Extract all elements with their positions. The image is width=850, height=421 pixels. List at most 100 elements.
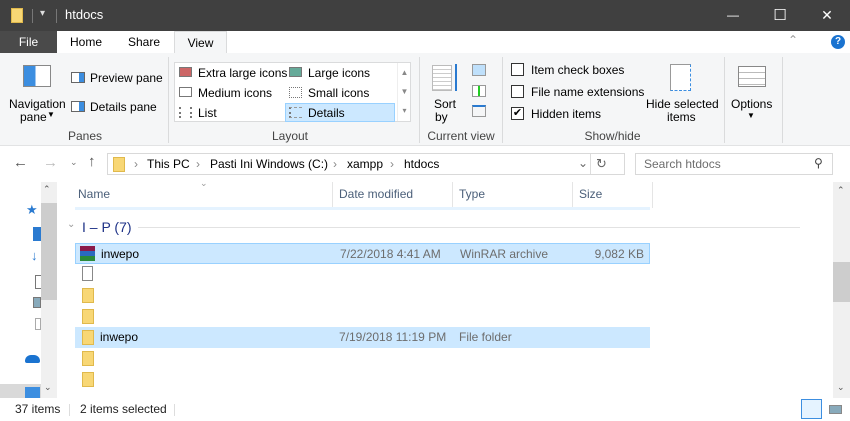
tab-file[interactable]: File: [0, 31, 57, 53]
sort-by-label[interactable]: by: [435, 110, 448, 124]
column-header-size[interactable]: Size: [579, 187, 602, 201]
group-label-show-hide: Show/hide: [584, 129, 641, 143]
quick-access-dropdown-icon[interactable]: ▾: [40, 8, 45, 19]
sort-arrow-icon: [455, 64, 457, 91]
scroll-up-icon[interactable]: ⌃: [43, 184, 51, 195]
table-row[interactable]: [75, 285, 650, 306]
breadcrumb-separator: ›: [390, 157, 394, 171]
divider: [590, 154, 591, 174]
group-collapse-icon[interactable]: ⌄: [67, 219, 75, 230]
minimize-button[interactable]: —: [710, 0, 756, 31]
layout-large-icons[interactable]: Large icons: [308, 66, 370, 80]
group-header[interactable]: I – P (7): [82, 219, 132, 235]
divider[interactable]: [652, 182, 653, 208]
divider[interactable]: [332, 182, 333, 208]
scroll-up-icon[interactable]: ⌃: [837, 185, 845, 196]
size-columns-icon[interactable]: [472, 105, 486, 117]
recent-locations-icon[interactable]: ⌄: [70, 157, 78, 168]
scrollbar-thumb[interactable]: [41, 203, 57, 300]
sort-by-button[interactable]: Sort: [434, 97, 456, 111]
desktop-icon[interactable]: [33, 227, 41, 241]
hide-selected-items-label[interactable]: items: [667, 110, 696, 124]
search-input[interactable]: Search htdocs: [644, 157, 721, 171]
preview-pane-button[interactable]: Preview pane: [90, 71, 163, 85]
table-row[interactable]: inwepo 7/22/2018 4:41 AM WinRAR archive 9,0…: [75, 243, 650, 264]
item-count: 37 items: [15, 402, 61, 416]
file-list-scrollbar[interactable]: ⌃ ⌄: [833, 182, 850, 398]
details-pane-icon: [71, 101, 85, 112]
layout-medium-icons[interactable]: Medium icons: [198, 86, 272, 100]
nav-pane-scrollbar[interactable]: ⌃ ⌄: [41, 182, 57, 398]
layout-extra-large-icons[interactable]: Extra large icons: [198, 66, 287, 80]
scroll-down-icon[interactable]: ⌄: [837, 382, 845, 393]
item-check-boxes-label[interactable]: Item check boxes: [531, 63, 624, 77]
column-header-date-modified[interactable]: Date modified: [339, 187, 413, 201]
list-icon: [179, 107, 192, 118]
file-name[interactable]: inwepo: [101, 244, 139, 265]
forward-button[interactable]: →: [43, 154, 58, 171]
details-view-button[interactable]: [801, 399, 822, 419]
details-pane-button[interactable]: Details pane: [90, 100, 157, 114]
column-header-name[interactable]: Name: [78, 187, 110, 201]
breadcrumb-htdocs[interactable]: htdocs: [404, 157, 439, 171]
divider[interactable]: [572, 182, 573, 208]
table-row[interactable]: [75, 306, 650, 327]
scroll-down-icon[interactable]: ⌄: [44, 382, 52, 393]
group-by-icon[interactable]: [472, 64, 486, 76]
onedrive-icon[interactable]: [25, 355, 40, 363]
table-row[interactable]: inwepo 7/19/2018 11:19 PM File folder: [75, 327, 650, 348]
large-icons-view-button[interactable]: [829, 405, 842, 414]
file-name-extensions-checkbox[interactable]: [511, 85, 524, 98]
tab-home[interactable]: Home: [57, 31, 115, 53]
breadcrumb-this-pc[interactable]: This PC: [147, 157, 190, 171]
close-button[interactable]: ✕: [804, 0, 850, 31]
divider: [419, 57, 420, 143]
refresh-icon[interactable]: ↻: [596, 156, 607, 172]
downloads-icon[interactable]: ↓: [31, 248, 38, 263]
file-name-extensions-label[interactable]: File name extensions: [531, 85, 644, 99]
maximize-button[interactable]: ☐: [757, 0, 803, 31]
search-icon[interactable]: ⚲: [814, 156, 823, 170]
file-name[interactable]: inwepo: [100, 327, 138, 348]
layout-list[interactable]: List: [198, 106, 217, 120]
tab-share[interactable]: Share: [115, 31, 173, 53]
breadcrumb-xampp[interactable]: xampp: [347, 157, 383, 171]
navigation-pane-button[interactable]: Navigation: [9, 97, 66, 111]
up-button[interactable]: ↑: [88, 153, 96, 170]
divider: [782, 57, 783, 143]
collapse-ribbon-icon[interactable]: ⌃: [788, 33, 798, 47]
group-label-panes: Panes: [67, 129, 103, 143]
address-dropdown-icon[interactable]: ⌄: [578, 156, 588, 170]
search-box[interactable]: Search htdocs ⚲: [635, 153, 833, 175]
breadcrumb-drive[interactable]: Pasti Ini Windows (C:): [210, 157, 328, 171]
navigation-pane-label[interactable]: pane: [20, 110, 47, 124]
this-pc-icon[interactable]: [25, 387, 40, 398]
pictures-icon[interactable]: [33, 297, 41, 308]
breadcrumb-separator: ›: [333, 157, 337, 171]
divider[interactable]: [452, 182, 453, 208]
layout-small-icons[interactable]: Small icons: [308, 86, 369, 100]
back-button[interactable]: ←: [13, 154, 28, 171]
options-button[interactable]: Options: [731, 97, 772, 111]
group-label-layout: Layout: [271, 129, 309, 143]
address-bar[interactable]: › This PC › Pasti Ini Windows (C:) › xam…: [107, 153, 625, 175]
navigation-pane: ★ ↓ ⌃ ⌄: [0, 182, 57, 398]
layout-gallery-scroll[interactable]: ▲ ▼ ▾: [397, 63, 411, 121]
table-row[interactable]: [75, 369, 650, 390]
large-icons-icon: [289, 67, 302, 77]
table-row[interactable]: [75, 348, 650, 369]
layout-details-selected[interactable]: Details: [285, 103, 395, 122]
title-bar: ▾ htdocs — ☐ ✕: [0, 0, 850, 31]
item-check-boxes-checkbox[interactable]: [511, 63, 524, 76]
hidden-items-label[interactable]: Hidden items: [531, 107, 601, 121]
help-icon[interactable]: ?: [831, 35, 845, 49]
hide-selected-items-button[interactable]: Hide selected: [646, 97, 719, 111]
quick-access-star-icon[interactable]: ★: [26, 202, 38, 218]
tab-view[interactable]: View: [174, 31, 227, 53]
table-row[interactable]: [75, 264, 650, 285]
add-columns-icon[interactable]: [472, 85, 486, 97]
medium-icons-icon: [179, 87, 192, 97]
scrollbar-thumb[interactable]: [833, 262, 850, 302]
column-header-type[interactable]: Type: [459, 187, 485, 201]
hidden-items-checkbox[interactable]: ✔: [511, 107, 524, 120]
